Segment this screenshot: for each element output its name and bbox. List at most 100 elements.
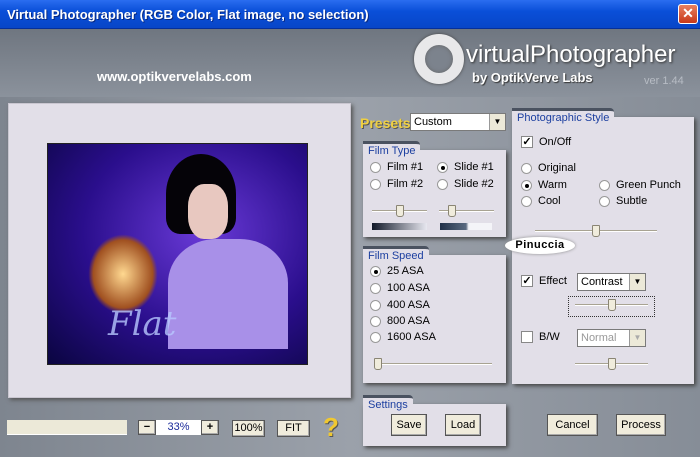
effect-checkbox[interactable]: ✓ Effect (521, 275, 567, 287)
radio-film-2[interactable]: Film #2 (370, 178, 423, 190)
radio-button[interactable] (521, 162, 532, 174)
style-title: Photographic Style (512, 108, 615, 124)
radio-label: Slide #1 (454, 161, 494, 173)
bw-value: Normal (581, 332, 617, 344)
radio-button[interactable] (521, 195, 532, 207)
logo-text: virtualPhotographer (466, 41, 676, 68)
close-button[interactable]: ✕ (678, 4, 698, 24)
slide-gradient (440, 223, 492, 230)
settings-group: Settings (363, 395, 506, 446)
slider-thumb[interactable] (374, 358, 382, 370)
style-slider[interactable] (535, 225, 657, 237)
radio-label: 800 ASA (387, 315, 430, 327)
film-gradient (372, 223, 427, 230)
slide-slider[interactable] (439, 205, 494, 217)
radio-800-asa[interactable]: 800 ASA (370, 315, 430, 327)
website-link[interactable]: www.optikvervelabs.com (97, 69, 252, 84)
slider-thumb[interactable] (395, 205, 404, 217)
watermark-signature: Pinuccia (505, 237, 575, 254)
radio-slide-2[interactable]: Slide #2 (437, 178, 494, 190)
radio-button[interactable] (437, 161, 448, 173)
radio-button[interactable] (370, 178, 381, 190)
radio-button[interactable] (370, 315, 381, 327)
radio-button[interactable] (370, 282, 381, 294)
radio-label: Cool (538, 195, 561, 207)
logo-icon (414, 34, 464, 84)
effect-slider[interactable] (575, 299, 648, 311)
check-icon[interactable]: ✓ (521, 136, 533, 148)
radio-button[interactable] (370, 299, 381, 311)
radio-film-1[interactable]: Film #1 (370, 161, 423, 173)
save-button[interactable]: Save (391, 414, 427, 436)
effect-value: Contrast (581, 276, 623, 288)
version-label: ver 1.44 (644, 75, 684, 87)
radio-button[interactable] (370, 265, 381, 277)
help-icon[interactable]: ? (323, 412, 339, 443)
radio-button[interactable] (370, 161, 381, 173)
process-button[interactable]: Process (616, 414, 666, 436)
radio-label: Slide #2 (454, 178, 494, 190)
radio-label: Original (538, 162, 576, 174)
presets-value: Custom (414, 116, 452, 128)
slider-thumb[interactable] (592, 225, 600, 237)
presets-select[interactable]: Custom ▼ (410, 113, 506, 131)
radio-label: Warm (538, 179, 567, 191)
radio-button[interactable] (599, 195, 610, 207)
bw-select[interactable]: Normal ▼ (577, 329, 646, 347)
radio-100-asa[interactable]: 100 ASA (370, 282, 430, 294)
radio-button[interactable] (521, 179, 532, 191)
film-speed-title: Film Speed (363, 246, 429, 262)
bw-checkbox[interactable]: B/W (521, 331, 560, 343)
slider-thumb[interactable] (607, 299, 616, 311)
slider-thumb[interactable] (607, 358, 616, 370)
radio-button[interactable] (599, 179, 610, 191)
presets-label: Presets (360, 115, 411, 131)
film-slider[interactable] (372, 205, 427, 217)
effect-select[interactable]: Contrast ▼ (577, 273, 646, 291)
chevron-down-icon[interactable]: ▼ (629, 274, 645, 290)
checkbox-box[interactable] (521, 331, 533, 343)
onoff-label: On/Off (539, 136, 572, 148)
load-button[interactable]: Load (445, 414, 481, 436)
zoom-100-button[interactable]: 100% (232, 420, 265, 437)
onoff-checkbox[interactable]: ✓ On/Off (521, 136, 571, 148)
radio-label: 25 ASA (387, 265, 424, 277)
bw-slider[interactable] (575, 358, 648, 370)
film-speed-slider[interactable] (374, 358, 492, 370)
radio-400-asa[interactable]: 400 ASA (370, 299, 430, 311)
radio-25-asa[interactable]: 25 ASA (370, 265, 424, 277)
radio-button[interactable] (437, 178, 448, 190)
progress-bar (7, 420, 127, 435)
chevron-down-icon[interactable]: ▼ (489, 114, 505, 130)
radio-1600-asa[interactable]: 1600 ASA (370, 331, 436, 343)
zoom-out-button[interactable]: − (138, 420, 156, 435)
zoom-in-button[interactable]: + (201, 420, 219, 435)
bw-label: B/W (539, 331, 560, 343)
radio-label: Film #1 (387, 161, 424, 173)
radio-cool[interactable]: Cool (521, 195, 561, 207)
zoom-fit-button[interactable]: FIT (277, 420, 310, 437)
preview-image[interactable]: Flat (47, 143, 308, 365)
zoom-level: 33% (156, 420, 201, 435)
image-caption: Flat (108, 304, 177, 344)
radio-slide-1[interactable]: Slide #1 (437, 161, 494, 173)
cancel-button[interactable]: Cancel (547, 414, 598, 436)
radio-subtle[interactable]: Subtle (599, 195, 647, 207)
radio-label: 400 ASA (387, 299, 430, 311)
radio-original[interactable]: Original (521, 162, 576, 174)
image-lights (88, 234, 158, 314)
radio-button[interactable] (370, 331, 381, 343)
chevron-down-icon[interactable]: ▼ (629, 330, 645, 346)
radio-label: Green Punch (616, 179, 681, 191)
slider-thumb[interactable] (448, 205, 457, 217)
radio-label: 1600 ASA (387, 331, 436, 343)
radio-label: Subtle (616, 195, 648, 207)
effect-label: Effect (539, 275, 567, 287)
check-icon[interactable]: ✓ (521, 275, 533, 287)
radio-warm[interactable]: Warm (521, 179, 567, 191)
radio-green-punch[interactable]: Green Punch (599, 179, 681, 191)
radio-label: 100 ASA (387, 282, 430, 294)
image-face (188, 184, 228, 239)
film-type-title: Film Type (363, 141, 421, 157)
image-figure (168, 239, 288, 349)
